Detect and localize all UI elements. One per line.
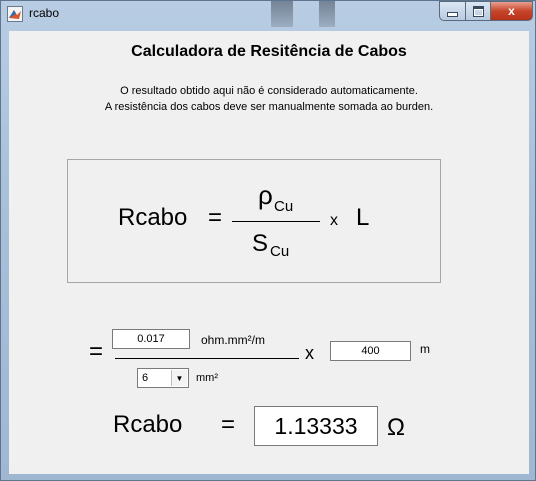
- client-area: Calculadora de Resitência de Cabos O res…: [9, 31, 529, 474]
- calc-equals: =: [89, 338, 104, 365]
- result-label: Rcabo: [113, 411, 183, 438]
- formula-equals: =: [208, 204, 223, 231]
- resistivity-input[interactable]: 0.017: [112, 329, 190, 349]
- maximize-icon: [472, 5, 484, 17]
- maximize-button[interactable]: [465, 1, 491, 21]
- formula-rho-subscript: Cu: [274, 198, 294, 215]
- formula-lhs: Rcabo: [118, 204, 188, 231]
- matlab-icon: [7, 6, 23, 22]
- app-window: rcabo x Calculadora de Resitência de Cab…: [0, 0, 536, 481]
- close-icon: x: [508, 4, 515, 18]
- background-decoration: [271, 1, 293, 27]
- ohm-unit: Ω: [387, 414, 405, 441]
- minimize-icon: [447, 11, 458, 17]
- background-decoration: [319, 1, 335, 27]
- formula-s-subscript: Cu: [270, 243, 290, 260]
- calc-times: x: [305, 343, 314, 363]
- title-bar[interactable]: rcabo x: [1, 1, 535, 27]
- calc-fraction-bar: [115, 358, 299, 359]
- window-title: rcabo: [29, 6, 60, 20]
- formula-s-symbol: S: [252, 230, 269, 257]
- close-button[interactable]: x: [490, 1, 533, 21]
- formula-times: x: [330, 212, 338, 229]
- fraction-bar: [232, 221, 320, 222]
- page-title: Calculadora de Resitência de Cabos: [131, 43, 407, 60]
- length-input[interactable]: 400: [330, 341, 411, 361]
- chevron-down-icon[interactable]: ▼: [171, 370, 187, 386]
- note-line-1: O resultado obtido aqui não é considerad…: [120, 85, 418, 97]
- result-field: 1.13333: [254, 406, 378, 446]
- formula-panel: Rcabo = ρ Cu S Cu x L: [67, 159, 441, 283]
- note-line-2: A resistência dos cabos deve ser manualm…: [104, 101, 434, 113]
- formula-length-symbol: L: [356, 204, 370, 231]
- resistivity-unit: ohm.mm²/m: [201, 333, 265, 347]
- section-unit: mm²: [196, 372, 218, 384]
- minimize-button[interactable]: [439, 1, 466, 21]
- length-unit: m: [420, 342, 430, 356]
- formula-rho-symbol: ρ: [258, 180, 273, 210]
- section-value: 6: [142, 372, 149, 384]
- section-dropdown[interactable]: 6 ▼: [137, 368, 189, 388]
- result-equals: =: [221, 411, 236, 438]
